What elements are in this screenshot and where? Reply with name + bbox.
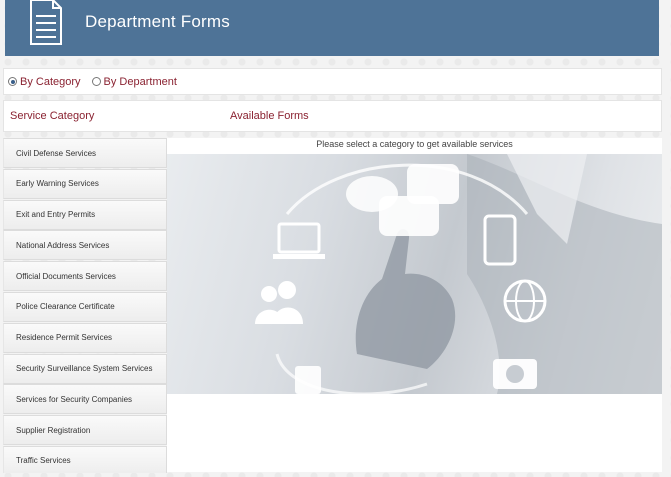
hero-graphic [255,154,662,394]
by-department-label: By Department [103,75,177,88]
category-early-warning[interactable]: Early Warning Services [3,168,167,199]
category-civil-defense[interactable]: Civil Defense Services [3,138,167,168]
category-security-companies[interactable]: Services for Security Companies [3,384,167,415]
hero-illustration [167,154,662,394]
category-residence-permit[interactable]: Residence Permit Services [3,322,167,353]
column-header-bar: Service Category Available Forms [3,100,662,132]
page-title: Department Forms [85,12,230,31]
category-list: Civil Defense Services Early Warning Ser… [3,138,167,473]
category-official-documents[interactable]: Official Documents Services [3,261,167,292]
category-police-clearance[interactable]: Police Clearance Certificate [3,291,167,322]
page-header: Department Forms [5,0,659,56]
category-security-surveillance[interactable]: Security Surveillance System Services [3,353,167,384]
by-category-radio[interactable]: By Category [8,76,81,88]
service-category-heading: Service Category [10,110,95,122]
by-category-label: By Category [20,75,81,88]
by-department-radio[interactable]: By Department [91,75,177,88]
document-icon [26,0,66,48]
category-exit-entry[interactable]: Exit and Entry Permits [3,199,167,230]
radio-checked-icon[interactable] [8,77,17,86]
available-forms-panel: Please select a category to get availabl… [167,138,662,472]
category-supplier-registration[interactable]: Supplier Registration [3,415,167,446]
category-national-address[interactable]: National Address Services [3,230,167,261]
forms-placeholder-message: Please select a category to get availabl… [316,139,513,149]
filter-bar: By Category By Department [3,68,662,95]
available-forms-heading: Available Forms [230,110,309,122]
radio-unchecked-icon[interactable] [91,77,101,86]
category-traffic[interactable]: Traffic Services [3,445,167,473]
